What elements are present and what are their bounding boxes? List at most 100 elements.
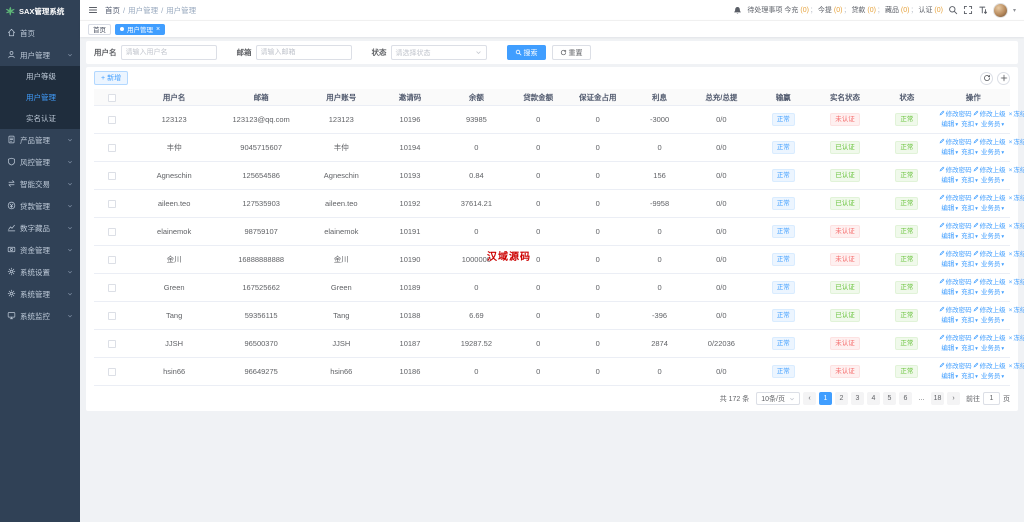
action-edit[interactable]: 编辑 — [941, 345, 954, 352]
action-recharge-deduct[interactable]: 充扣 — [961, 177, 974, 184]
action-recharge-deduct[interactable]: 充扣 — [961, 121, 974, 128]
action-change-password[interactable]: 修改密码 — [946, 307, 972, 314]
sidebar-subitem[interactable]: 实名认证 — [0, 108, 80, 129]
row-checkbox[interactable] — [108, 340, 117, 348]
breadcrumb-item[interactable]: 首页 — [105, 5, 120, 16]
action-edit[interactable]: 编辑 — [941, 205, 954, 212]
search-button[interactable]: 搜索 — [506, 45, 546, 60]
page-button[interactable]: 6 — [899, 392, 912, 405]
sidebar-item[interactable]: 产品管理 — [0, 129, 80, 151]
sidebar-item[interactable]: 系统监控 — [0, 305, 80, 327]
next-page-button[interactable]: › — [947, 392, 960, 405]
email-filter-input[interactable] — [255, 45, 352, 60]
row-checkbox[interactable] — [108, 256, 117, 264]
sidebar-item[interactable]: 智能交易 — [0, 173, 80, 195]
action-change-parent[interactable]: 修改上级 — [980, 335, 1006, 342]
action-edit[interactable]: 编辑 — [941, 261, 954, 268]
action-salesman[interactable]: 业务员 — [981, 177, 1001, 184]
row-checkbox[interactable] — [108, 144, 117, 152]
action-freeze[interactable]: 冻结 — [1013, 363, 1024, 370]
action-change-parent[interactable]: 修改上级 — [980, 167, 1006, 174]
action-salesman[interactable]: 业务员 — [981, 121, 1001, 128]
action-change-password[interactable]: 修改密码 — [946, 167, 972, 174]
tag-user-management[interactable]: 用户管理 × — [115, 23, 166, 35]
action-salesman[interactable]: 业务员 — [981, 261, 1001, 268]
action-recharge-deduct[interactable]: 充扣 — [961, 345, 974, 352]
action-recharge-deduct[interactable]: 充扣 — [961, 317, 974, 324]
sidebar-item[interactable]: 风控管理 — [0, 151, 80, 173]
action-freeze[interactable]: 冻结 — [1013, 139, 1024, 146]
row-checkbox[interactable] — [108, 284, 117, 292]
action-freeze[interactable]: 冻结 — [1013, 279, 1024, 286]
action-change-password[interactable]: 修改密码 — [946, 251, 972, 258]
action-edit[interactable]: 编辑 — [941, 289, 954, 296]
row-checkbox[interactable] — [108, 200, 117, 208]
sidebar-item[interactable]: 数字藏品 — [0, 217, 80, 239]
action-freeze[interactable]: 冻结 — [1013, 167, 1024, 174]
action-edit[interactable]: 编辑 — [941, 121, 954, 128]
sidebar-item[interactable]: 系统管理 — [0, 283, 80, 305]
reset-button[interactable]: 重置 — [551, 45, 591, 60]
action-edit[interactable]: 编辑 — [941, 177, 954, 184]
tag-home[interactable]: 首页 — [88, 23, 111, 35]
add-button[interactable]: + 新增 — [94, 71, 129, 85]
action-freeze[interactable]: 冻结 — [1013, 195, 1024, 202]
status-filter-select[interactable]: 请选择状态 — [390, 45, 487, 60]
search-icon[interactable] — [948, 5, 958, 15]
action-salesman[interactable]: 业务员 — [981, 205, 1001, 212]
bell-icon[interactable] — [733, 6, 742, 15]
breadcrumb-item[interactable]: 用户管理 — [128, 5, 158, 16]
action-change-parent[interactable]: 修改上级 — [980, 279, 1006, 286]
page-size-select[interactable]: 10条/页 — [756, 392, 800, 405]
action-change-password[interactable]: 修改密码 — [946, 139, 972, 146]
hamburger-icon[interactable] — [88, 5, 98, 15]
action-change-parent[interactable]: 修改上级 — [980, 195, 1006, 202]
action-change-parent[interactable]: 修改上级 — [980, 111, 1006, 118]
row-checkbox[interactable] — [108, 312, 117, 320]
row-checkbox[interactable] — [108, 368, 117, 376]
page-button[interactable]: 3 — [851, 392, 864, 405]
prev-page-button[interactable]: ‹ — [803, 392, 816, 405]
action-edit[interactable]: 编辑 — [941, 149, 954, 156]
fullscreen-icon[interactable] — [963, 5, 973, 15]
action-change-password[interactable]: 修改密码 — [946, 335, 972, 342]
action-recharge-deduct[interactable]: 充扣 — [961, 149, 974, 156]
sidebar-item[interactable]: 系统设置 — [0, 261, 80, 283]
action-freeze[interactable]: 冻结 — [1013, 111, 1024, 118]
action-recharge-deduct[interactable]: 充扣 — [961, 289, 974, 296]
column-settings-icon[interactable] — [997, 71, 1010, 85]
action-recharge-deduct[interactable]: 充扣 — [961, 261, 974, 268]
page-button[interactable]: 18 — [931, 392, 944, 405]
row-checkbox[interactable] — [108, 228, 117, 236]
avatar-caret-icon[interactable]: ▾ — [1013, 7, 1016, 14]
action-recharge-deduct[interactable]: 充扣 — [961, 373, 974, 380]
page-button[interactable]: 4 — [867, 392, 880, 405]
page-button[interactable]: 5 — [883, 392, 896, 405]
action-change-parent[interactable]: 修改上级 — [980, 223, 1006, 230]
action-salesman[interactable]: 业务员 — [981, 233, 1001, 240]
username-filter-input[interactable] — [120, 45, 217, 60]
tag-close-icon[interactable]: × — [156, 26, 160, 33]
sidebar-subitem[interactable]: 用户管理 — [0, 87, 80, 108]
action-change-parent[interactable]: 修改上级 — [980, 363, 1006, 370]
action-edit[interactable]: 编辑 — [941, 317, 954, 324]
row-checkbox[interactable] — [108, 116, 117, 124]
sidebar-item[interactable]: 用户管理 — [0, 44, 80, 66]
sidebar-item[interactable]: 贷款管理 — [0, 195, 80, 217]
action-edit[interactable]: 编辑 — [941, 373, 954, 380]
user-avatar[interactable] — [992, 2, 1008, 18]
action-freeze[interactable]: 冻结 — [1013, 335, 1024, 342]
page-button[interactable]: 1 — [819, 392, 832, 405]
sidebar-item[interactable]: 首页 — [0, 22, 80, 44]
row-checkbox[interactable] — [108, 172, 117, 180]
action-freeze[interactable]: 冻结 — [1013, 307, 1024, 314]
action-change-password[interactable]: 修改密码 — [946, 279, 972, 286]
goto-page-input[interactable] — [983, 392, 1000, 405]
action-salesman[interactable]: 业务员 — [981, 317, 1001, 324]
refresh-icon[interactable] — [980, 71, 993, 85]
action-freeze[interactable]: 冻结 — [1013, 223, 1024, 230]
sidebar-subitem[interactable]: 用户等级 — [0, 66, 80, 87]
action-salesman[interactable]: 业务员 — [981, 373, 1001, 380]
action-salesman[interactable]: 业务员 — [981, 345, 1001, 352]
action-salesman[interactable]: 业务员 — [981, 149, 1001, 156]
